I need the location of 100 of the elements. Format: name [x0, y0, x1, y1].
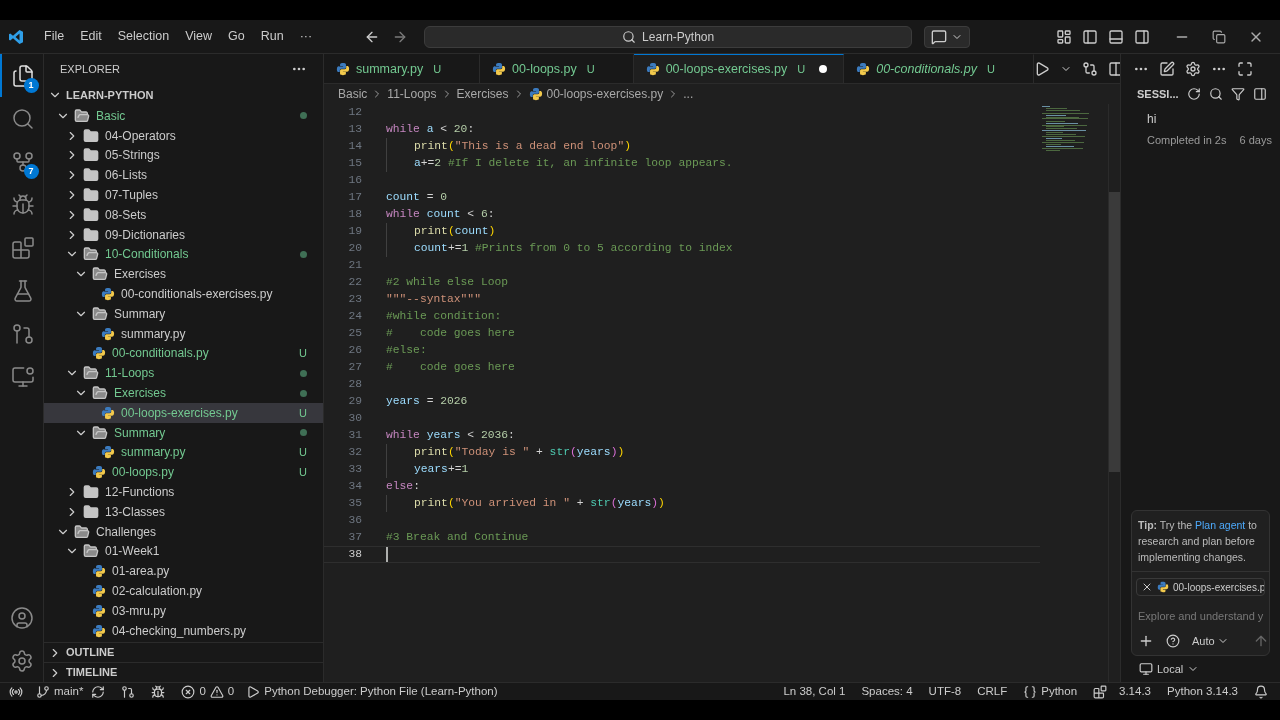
editor-tab[interactable]: 00-loops.py U — [480, 54, 634, 83]
file-tree-item[interactable]: 03-mru.py — [44, 600, 323, 621]
menu-item[interactable]: Run — [252, 27, 292, 46]
folder-tree-item[interactable]: 06-Lists — [44, 165, 323, 186]
command-center-search[interactable]: Learn-Python — [424, 25, 913, 48]
mode-dropdown[interactable]: Auto — [1192, 632, 1229, 649]
editor-tab[interactable]: 00-conditionals.py U — [844, 54, 1034, 83]
folder-tree-item[interactable]: Summary — [44, 303, 323, 324]
branch-indicator[interactable]: main* — [36, 682, 84, 701]
folder-tree-item[interactable]: 07-Tuples — [44, 185, 323, 205]
help-icon[interactable] — [1166, 633, 1180, 648]
new-chat-icon[interactable] — [1159, 61, 1175, 77]
file-tree-item[interactable]: summary.py U — [44, 442, 323, 463]
folder-tree-item[interactable]: Summary — [44, 422, 323, 443]
session-item[interactable]: hi Completed in 2s 6 days — [1121, 110, 1280, 149]
menu-item[interactable]: View — [177, 27, 220, 46]
chat-input-field[interactable]: Explore and understand y — [1138, 608, 1266, 625]
line-ending-setting[interactable]: CRLF — [977, 682, 1008, 701]
file-attachment-chip[interactable]: 00-loops-exercises.p — [1136, 578, 1265, 596]
breadcrumb-item[interactable]: ... — [683, 85, 694, 103]
workspace-header[interactable]: LEARN-PYTHON — [44, 84, 323, 106]
compare-icon[interactable] — [1081, 60, 1098, 77]
layout-icon[interactable] — [1056, 28, 1072, 45]
code-line: a+=2 #If I delete it, an infinite loop appears. — [386, 155, 733, 172]
sidebar-toggle-icon[interactable] — [1082, 28, 1098, 45]
breadcrumb-item[interactable]: 11-Loops — [387, 85, 437, 103]
extension-status-icon[interactable] — [1093, 684, 1108, 699]
account-icon[interactable] — [9, 605, 34, 630]
cursor-position[interactable]: Ln 38, Col 1 — [783, 682, 846, 701]
folder-tree-item[interactable]: 08-Sets — [44, 205, 323, 225]
python-file-icon — [101, 287, 115, 302]
tree-item-label: Summary — [114, 305, 166, 323]
pull-request-icon[interactable] — [121, 684, 136, 699]
restore-icon[interactable] — [1212, 29, 1226, 44]
refresh-icon[interactable] — [1186, 87, 1201, 101]
file-tree-item[interactable]: summary.py — [44, 323, 323, 344]
file-tree-item[interactable]: 00-conditionals.py U — [44, 343, 323, 364]
code-line: #2 while else Loop — [386, 275, 509, 291]
breadcrumb-item[interactable]: Exercises — [456, 85, 509, 103]
settings-icon[interactable] — [9, 648, 34, 673]
file-tree-item[interactable]: 02-calculation.py — [44, 581, 323, 601]
folder-tree-item[interactable]: Exercises — [44, 264, 323, 285]
tree-item-label: Basic — [96, 107, 126, 125]
plan-agent-link[interactable]: Plan agent — [1195, 519, 1246, 531]
debug-icon[interactable] — [151, 684, 166, 699]
secondary-sidebar-icon[interactable] — [1134, 28, 1150, 45]
file-tree-item[interactable]: 00-loops.py U — [44, 462, 323, 483]
editor-tab[interactable]: summary.py U — [324, 54, 481, 83]
debug-config-button[interactable]: Python Debugger: Python File (Learn-Python) — [246, 682, 498, 701]
python-version[interactable]: 3.14.3 — [1119, 682, 1151, 701]
python-file-icon — [101, 326, 115, 341]
tree-item-label: 10-Conditionals — [105, 246, 189, 264]
editor-tab[interactable]: 00-loops-exercises.py U — [633, 54, 845, 83]
file-tree-item[interactable]: 00-loops-exercises.py U — [44, 402, 323, 423]
python-interpreter[interactable]: Python 3.14.3 — [1167, 682, 1238, 701]
activity-bar-item[interactable]: 7 — [0, 140, 44, 183]
file-tree-item[interactable]: 01-area.py — [44, 561, 323, 582]
folder-tree-item[interactable]: 13-Classes — [44, 501, 323, 522]
indentation-setting[interactable]: Spaces: 4 — [861, 682, 913, 701]
menu-item[interactable]: Go — [220, 27, 253, 46]
maximize-icon[interactable] — [1237, 61, 1253, 77]
folder-tree-item[interactable]: 01-Week1 — [44, 541, 323, 562]
settings-icon[interactable] — [1185, 61, 1201, 77]
problems-indicator[interactable]: 0 0 — [181, 682, 235, 701]
menu-item[interactable]: Edit — [72, 27, 110, 46]
braces-icon — [1023, 684, 1038, 699]
encoding-setting[interactable]: UTF-8 — [928, 682, 962, 701]
line-number: 20 — [347, 241, 362, 257]
folder-tree-item[interactable]: 04-Operators — [44, 125, 323, 146]
breadcrumb-item[interactable]: 00-loops-exercises.py — [546, 85, 664, 103]
filter-icon[interactable] — [1230, 87, 1245, 101]
collapsed-section-header[interactable]: OUTLINE — [44, 642, 323, 662]
folder-tree-item[interactable]: 10-Conditionals — [44, 244, 323, 265]
chat-button[interactable] — [924, 25, 971, 48]
line-number: 13 — [347, 122, 362, 138]
folder-tree-item[interactable]: 12-Functions — [44, 482, 323, 502]
folder-tree-item[interactable]: 09-Dictionaries — [44, 224, 323, 245]
folder-tree-item[interactable]: Exercises — [44, 383, 323, 403]
menu-item[interactable]: Selection — [109, 27, 178, 46]
location-dropdown[interactable]: Local — [1139, 656, 1280, 682]
search-icon[interactable] — [1208, 87, 1223, 101]
breadcrumb-item[interactable]: Basic — [338, 85, 368, 103]
language-mode[interactable]: Python — [1023, 682, 1078, 701]
folder-tree-item[interactable]: 05-Strings — [44, 145, 323, 166]
file-tree-item[interactable]: 00-conditionals-exercises.py — [44, 284, 323, 304]
sync-icon[interactable] — [91, 684, 106, 699]
menu-item[interactable]: ··· — [291, 27, 321, 46]
tree-item-label: 03-mru.py — [112, 602, 167, 620]
notification-bell-icon[interactable] — [1254, 684, 1268, 699]
panel-icon[interactable] — [1252, 87, 1267, 101]
extensions-icon — [10, 235, 35, 260]
folder-tree-item[interactable]: Challenges — [44, 521, 323, 542]
remote-icon[interactable] — [9, 684, 23, 699]
menu-item[interactable]: File — [36, 27, 73, 46]
folder-tree-item[interactable]: Basic — [44, 106, 323, 126]
panel-toggle-icon[interactable] — [1108, 28, 1124, 45]
tip-text: Tip: Try the Plan agent to research and plan before implementing changes. — [1132, 511, 1269, 572]
file-tree-item[interactable]: 04-checking_numbers.py — [44, 620, 323, 641]
python-file-icon — [92, 584, 106, 598]
folder-tree-item[interactable]: 11-Loops — [44, 363, 323, 384]
